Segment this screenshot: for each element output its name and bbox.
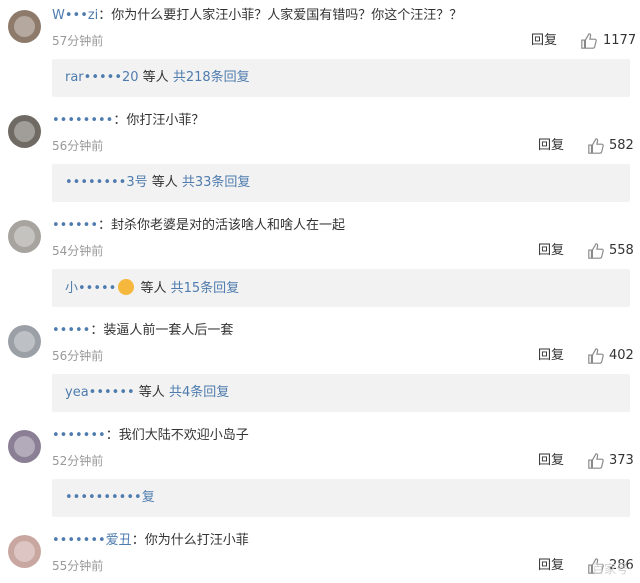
- comment-text: ：封杀你老婆是对的活该啥人和啥人在一起: [98, 218, 346, 233]
- comment-time: 54分钟前: [52, 244, 104, 258]
- reply-users[interactable]: ••••••••••: [65, 490, 142, 505]
- avatar[interactable]: [8, 430, 41, 463]
- thumbs-up-icon[interactable]: [587, 347, 605, 365]
- avatar[interactable]: [8, 115, 41, 148]
- reply-button[interactable]: 回复: [531, 32, 557, 50]
- comment-time: 56分钟前: [52, 349, 104, 363]
- reply-summary[interactable]: ••••••••3号 等人 共33条回复: [52, 164, 630, 202]
- like-count: 1177: [603, 33, 637, 48]
- thumbs-up-icon[interactable]: [587, 137, 605, 155]
- comment-time: 52分钟前: [52, 454, 104, 468]
- comment-line: ••••••：封杀你老婆是对的活该啥人和啥人在一起: [52, 216, 345, 236]
- comment-line: •••••：装逼人前一套人后一套: [52, 321, 233, 341]
- reply-count-link[interactable]: 共15条回复: [171, 281, 240, 296]
- reply-users[interactable]: rar•••••20: [65, 70, 139, 85]
- reply-button[interactable]: 回复: [538, 347, 564, 365]
- reply-summary[interactable]: ••••••••••复: [52, 479, 630, 517]
- reply-users-suffix: 等人: [138, 70, 173, 85]
- comment-text: ：你打汪小菲？: [113, 113, 205, 128]
- avatar[interactable]: [8, 10, 41, 43]
- reply-count-link[interactable]: 共218条回复: [173, 70, 250, 85]
- comment-text: ：你为什么要打人家汪小菲？人家爱国有错吗？你这个汪汪？？: [98, 8, 463, 23]
- avatar[interactable]: [8, 535, 41, 568]
- reply-button[interactable]: 回复: [538, 557, 564, 575]
- reply-users[interactable]: yea••••••: [65, 385, 135, 400]
- watermark: 百家号·: [592, 562, 632, 576]
- reply-users-suffix: 等人: [136, 281, 171, 296]
- like-count: 373: [609, 453, 634, 468]
- reply-users-suffix: 等人: [147, 175, 182, 190]
- comment-line: ••••••••：你打汪小菲？: [52, 111, 204, 131]
- thumbs-up-icon[interactable]: [580, 32, 598, 50]
- comment-time: 57分钟前: [52, 34, 104, 48]
- reply-count-link[interactable]: 共33条回复: [182, 175, 251, 190]
- avatar[interactable]: [8, 325, 41, 358]
- comment-time: 56分钟前: [52, 139, 104, 153]
- comment-username[interactable]: •••••••: [52, 428, 106, 443]
- reply-button[interactable]: 回复: [538, 452, 564, 470]
- reply-count-link[interactable]: 复: [142, 490, 155, 505]
- reply-users[interactable]: 小•••••: [65, 281, 116, 296]
- comment-username[interactable]: •••••: [52, 323, 90, 338]
- comment-username[interactable]: ••••••••: [52, 113, 113, 128]
- comment-line: •••••••爱丑：你为什么打汪小菲: [52, 531, 249, 551]
- reply-count-link[interactable]: 共4条回复: [169, 385, 229, 400]
- reply-button[interactable]: 回复: [538, 137, 564, 155]
- avatar[interactable]: [8, 220, 41, 253]
- comment-time: 55分钟前: [52, 559, 104, 573]
- comment-line: •••••••：我们大陆不欢迎小岛子: [52, 426, 249, 446]
- reply-summary[interactable]: rar•••••20 等人 共218条回复: [52, 59, 630, 97]
- comment-line: W•••zi：你为什么要打人家汪小菲？人家爱国有错吗？你这个汪汪？？: [52, 6, 462, 26]
- like-count: 582: [609, 138, 634, 153]
- emoji-icon: [118, 279, 135, 295]
- comment-username[interactable]: ••••••: [52, 218, 98, 233]
- reply-users[interactable]: ••••••••3号: [65, 175, 148, 190]
- comment-text: ：我们大陆不欢迎小岛子: [105, 428, 249, 443]
- reply-button[interactable]: 回复: [538, 242, 564, 260]
- comment-username[interactable]: •••••••爱丑: [52, 533, 132, 548]
- thumbs-up-icon[interactable]: [587, 452, 605, 470]
- comment-text: ：装逼人前一套人后一套: [90, 323, 234, 338]
- thumbs-up-icon[interactable]: [587, 242, 605, 260]
- reply-summary[interactable]: yea•••••• 等人 共4条回复: [52, 374, 630, 412]
- comment-text: ：你为什么打汪小菲: [131, 533, 249, 548]
- reply-summary[interactable]: 小••••• 等人 共15条回复: [52, 269, 630, 307]
- like-count: 558: [609, 243, 634, 258]
- like-count: 402: [609, 348, 634, 363]
- comment-username[interactable]: W•••zi: [52, 8, 98, 23]
- reply-users-suffix: 等人: [134, 385, 169, 400]
